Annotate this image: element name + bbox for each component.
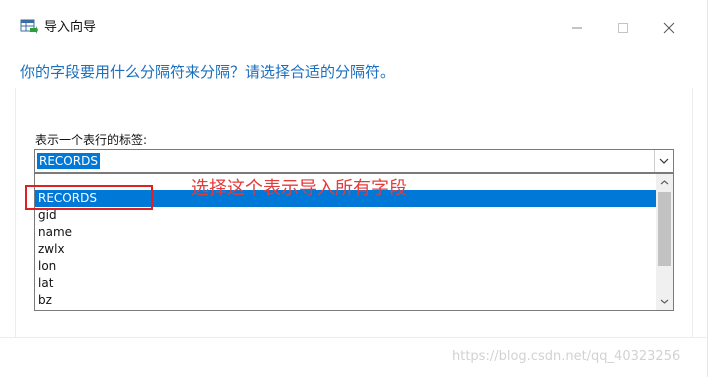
vertical-scrollbar[interactable] — [656, 174, 673, 310]
minimize-button[interactable] — [554, 14, 600, 42]
option-item[interactable]: lat — [35, 275, 657, 292]
scroll-up-button[interactable] — [656, 174, 673, 191]
close-icon — [663, 22, 675, 34]
combobox-dropdown-button[interactable] — [654, 150, 673, 172]
scroll-thumb[interactable] — [658, 192, 671, 266]
option-item[interactable]: lon — [35, 258, 657, 275]
combobox-selected-value[interactable]: RECORDS — [37, 153, 100, 169]
option-item[interactable]: name — [35, 224, 657, 241]
title-bar[interactable]: 导入向导 — [0, 0, 708, 36]
watermark: https://blog.csdn.net/qq_40323256 — [452, 349, 681, 364]
chevron-down-icon — [660, 299, 669, 304]
window-title: 导入向导 — [44, 20, 97, 35]
footer-divider — [0, 337, 708, 338]
minimize-icon — [572, 27, 582, 29]
import-wizard-window: 导入向导 你的字段要用什么分隔符来分隔？请选择合适的分隔符。 表示一个表行的标签… — [0, 0, 708, 377]
annotation-text: 选择这个表示导入所有字段 — [191, 178, 407, 199]
scroll-down-button[interactable] — [656, 293, 673, 310]
panel-right-divider — [692, 88, 693, 338]
row-tag-combobox[interactable]: RECORDS — [34, 149, 674, 173]
table-import-icon — [20, 19, 38, 35]
annotation-highlight-box — [25, 185, 153, 210]
row-tag-label: 表示一个表行的标签: — [35, 133, 148, 147]
option-item[interactable]: bz — [35, 292, 657, 309]
option-item[interactable]: zwlx — [35, 241, 657, 258]
wizard-question: 你的字段要用什么分隔符来分隔？请选择合适的分隔符。 — [20, 63, 396, 81]
chevron-up-icon — [660, 180, 669, 185]
maximize-button[interactable] — [600, 14, 646, 42]
close-button[interactable] — [646, 14, 692, 42]
chevron-down-icon — [659, 158, 669, 164]
panel-left-divider — [15, 88, 16, 338]
maximize-icon — [618, 23, 628, 33]
